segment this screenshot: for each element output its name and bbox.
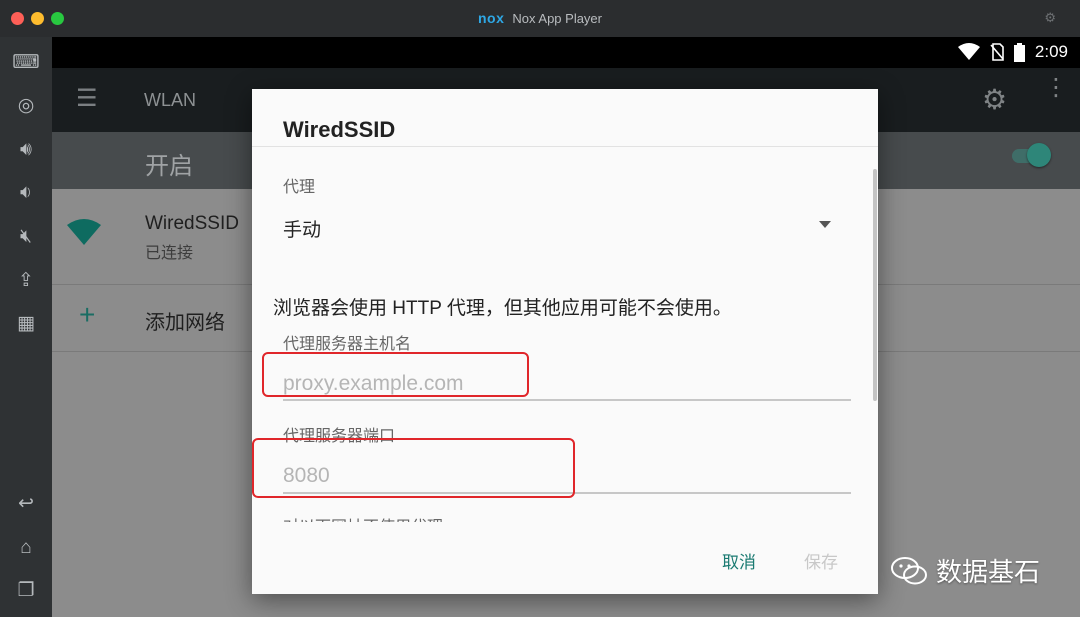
keyboard-icon[interactable]: ⌨ — [12, 49, 40, 77]
status-bar: 2:09 — [52, 37, 1080, 68]
wlan-toggle[interactable] — [1027, 143, 1051, 167]
emulator-sidebar: ⌨ ◎ 🔊︎ 🔉︎ 🔇︎ ⇪ ▦ ↩ ⌂ ❐ — [0, 37, 52, 617]
location-icon[interactable]: ◎ — [12, 92, 40, 120]
highlight-box-host — [262, 352, 529, 397]
page-title: WLAN — [144, 90, 197, 110]
multi-window-icon[interactable]: ▦ — [12, 310, 40, 338]
volume-down-icon[interactable]: 🔉︎ — [12, 179, 40, 207]
settings-icon[interactable]: ⚙ — [982, 83, 1007, 116]
window-titlebar: nox Nox App Player ⚙ — [0, 0, 1080, 37]
network-status: 已连接 — [145, 245, 194, 262]
nox-logo: nox — [478, 10, 505, 26]
apk-install-icon[interactable]: ⇪ — [12, 267, 40, 295]
bypass-label: 对以下网址不使用代理 — [283, 513, 443, 522]
mute-icon[interactable]: 🔇︎ — [12, 223, 40, 251]
wlan-switch-label: 开启 — [145, 153, 193, 180]
watermark: 数据基石 — [890, 552, 1040, 589]
home-icon[interactable]: ⌂ — [12, 534, 40, 562]
host-label: 代理服务器主机名 — [283, 336, 412, 353]
dialog-scrollbar[interactable] — [873, 169, 877, 401]
cancel-button[interactable]: 取消 — [722, 548, 756, 573]
battery-icon — [1013, 42, 1025, 62]
back-icon[interactable]: ↩ — [12, 490, 40, 518]
watermark-text: 数据基石 — [936, 557, 1041, 587]
recents-icon[interactable]: ❐ — [12, 577, 40, 605]
dialog-title: WiredSSID — [283, 117, 396, 142]
add-network-label: 添加网络 — [145, 312, 225, 334]
wechat-icon — [891, 556, 927, 584]
wifi-signal-icon — [957, 43, 980, 60]
menu-icon[interactable]: ☰ — [76, 87, 100, 111]
clock: 2:09 — [1034, 42, 1068, 61]
plus-icon: + — [79, 299, 96, 330]
window-title: nox Nox App Player — [0, 10, 1080, 26]
volume-up-icon[interactable]: 🔊︎ — [12, 136, 40, 164]
more-options-icon[interactable]: ⋮ — [1044, 76, 1068, 100]
no-sim-icon — [990, 43, 1004, 61]
save-button[interactable]: 保存 — [804, 548, 838, 573]
window-title-text: Nox App Player — [512, 11, 602, 26]
proxy-select-value[interactable]: 手动 — [283, 215, 321, 242]
proxy-warning: 浏览器会使用 HTTP 代理，但其他应用可能不会使用。 — [273, 298, 732, 319]
dialog-content[interactable]: 代理 手动 浏览器会使用 HTTP 代理，但其他应用可能不会使用。 代理服务器主… — [252, 147, 878, 522]
dropdown-arrow-icon[interactable] — [819, 221, 831, 228]
network-ssid: WiredSSID — [145, 213, 239, 234]
proxy-label: 代理 — [283, 179, 316, 196]
highlight-box-port — [252, 438, 575, 498]
gear-icon[interactable]: ⚙ — [1044, 10, 1056, 26]
wifi-icon — [67, 219, 101, 245]
network-config-dialog: WiredSSID 代理 手动 浏览器会使用 HTTP 代理，但其他应用可能不会… — [252, 89, 878, 594]
